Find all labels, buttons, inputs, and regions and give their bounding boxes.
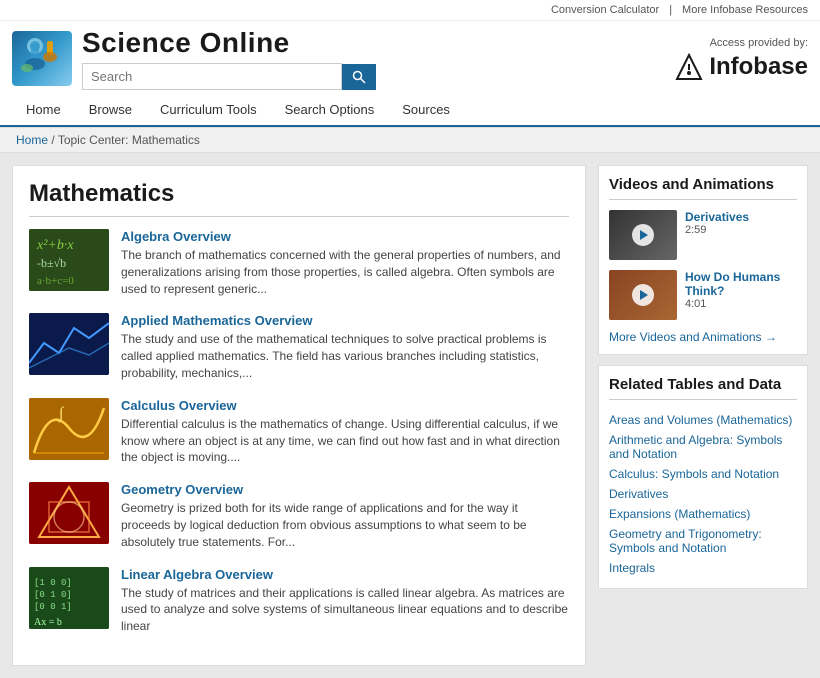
play-button[interactable]	[632, 284, 654, 306]
nav-home[interactable]: Home	[12, 94, 75, 125]
video-title[interactable]: Derivatives	[685, 210, 797, 224]
svg-text:[1 0 0]: [1 0 0]	[34, 578, 72, 588]
page-title: Mathematics	[29, 180, 569, 217]
related-link[interactable]: Areas and Volumes (Mathematics)	[609, 410, 797, 430]
svg-text:[0 1 0]: [0 1 0]	[34, 590, 72, 600]
list-item: How Do Humans Think? 4:01	[609, 270, 797, 320]
nav-curriculum-tools[interactable]: Curriculum Tools	[146, 94, 271, 125]
article-title[interactable]: Algebra Overview	[121, 229, 231, 244]
related-link[interactable]: Derivatives	[609, 484, 797, 504]
breadcrumb-home[interactable]: Home	[16, 133, 48, 147]
play-button[interactable]	[632, 224, 654, 246]
article-text: Linear Algebra Overview The study of mat…	[121, 567, 569, 635]
related-link[interactable]: Geometry and Trigonometry: Symbols and N…	[609, 524, 797, 558]
article-thumbnail: x²+b·x -b±√b a·b+c=0	[29, 229, 109, 291]
video-info: How Do Humans Think? 4:01	[685, 270, 797, 310]
article-description: The branch of mathematics concerned with…	[121, 247, 569, 297]
main-nav: Home Browse Curriculum Tools Search Opti…	[0, 94, 820, 127]
breadcrumb-current: Topic Center: Mathematics	[58, 133, 200, 147]
articles-list: x²+b·x -b±√b a·b+c=0 Algebra Overview Th…	[29, 229, 569, 635]
search-input[interactable]	[82, 63, 342, 90]
related-panel-title: Related Tables and Data	[609, 376, 797, 400]
svg-text:-b±√b: -b±√b	[37, 256, 66, 270]
list-item: Applied Mathematics Overview The study a…	[29, 313, 569, 381]
videos-panel-title: Videos and Animations	[609, 176, 797, 200]
svg-text:a·b+c=0: a·b+c=0	[37, 275, 74, 287]
videos-list: Derivatives 2:59 How Do Humans Think? 4:…	[609, 210, 797, 320]
article-title[interactable]: Calculus Overview	[121, 398, 237, 413]
related-panel: Related Tables and Data Areas and Volume…	[598, 365, 808, 589]
related-link[interactable]: Calculus: Symbols and Notation	[609, 464, 797, 484]
article-text: Geometry Overview Geometry is prized bot…	[121, 482, 569, 550]
list-item: ∫ Calculus Overview Differential calculu…	[29, 398, 569, 466]
video-info: Derivatives 2:59	[685, 210, 797, 236]
list-item: Geometry Overview Geometry is prized bot…	[29, 482, 569, 550]
more-infobase-link[interactable]: More Infobase Resources	[682, 4, 808, 16]
article-description: Geometry is prized both for its wide ran…	[121, 500, 569, 550]
list-item: x²+b·x -b±√b a·b+c=0 Algebra Overview Th…	[29, 229, 569, 297]
video-thumbnail[interactable]	[609, 210, 677, 260]
video-duration: 2:59	[685, 224, 797, 236]
article-thumbnail	[29, 313, 109, 375]
svg-text:x²+b·x: x²+b·x	[36, 238, 74, 253]
infobase-logo-icon	[675, 53, 703, 81]
article-description: The study of matrices and their applicat…	[121, 585, 569, 635]
conversion-calculator-link[interactable]: Conversion Calculator	[551, 4, 659, 16]
article-text: Calculus Overview Differential calculus …	[121, 398, 569, 466]
video-thumbnail[interactable]	[609, 270, 677, 320]
related-link[interactable]: Expansions (Mathematics)	[609, 504, 797, 524]
related-links-list: Areas and Volumes (Mathematics)Arithmeti…	[609, 410, 797, 578]
site-title: Science Online	[82, 27, 376, 59]
search-icon	[352, 70, 366, 84]
article-title[interactable]: Applied Mathematics Overview	[121, 313, 312, 328]
list-item: Derivatives 2:59	[609, 210, 797, 260]
search-button[interactable]	[342, 64, 376, 90]
video-duration: 4:01	[685, 298, 797, 310]
nav-sources[interactable]: Sources	[388, 94, 464, 125]
article-thumbnail	[29, 482, 109, 544]
nav-search-options[interactable]: Search Options	[271, 94, 389, 125]
article-text: Applied Mathematics Overview The study a…	[121, 313, 569, 381]
article-thumbnail: ∫	[29, 398, 109, 460]
site-logo-icon	[12, 31, 72, 86]
breadcrumb: Home / Topic Center: Mathematics	[0, 128, 820, 153]
separator: |	[669, 4, 672, 16]
article-description: Differential calculus is the mathematics…	[121, 416, 569, 466]
article-title[interactable]: Geometry Overview	[121, 482, 243, 497]
nav-browse[interactable]: Browse	[75, 94, 146, 125]
list-item: [1 0 0] [0 1 0] [0 0 1] Ax = b Linear Al…	[29, 567, 569, 635]
svg-text:Ax = b: Ax = b	[34, 617, 62, 628]
videos-panel: Videos and Animations Derivatives 2:59 H…	[598, 165, 808, 355]
video-title[interactable]: How Do Humans Think?	[685, 270, 797, 298]
article-description: The study and use of the mathematical te…	[121, 331, 569, 381]
infobase-logo-text: Infobase	[709, 53, 808, 81]
article-thumbnail: [1 0 0] [0 1 0] [0 0 1] Ax = b	[29, 567, 109, 629]
article-text: Algebra Overview The branch of mathemati…	[121, 229, 569, 297]
related-link[interactable]: Integrals	[609, 558, 797, 578]
article-title[interactable]: Linear Algebra Overview	[121, 567, 273, 582]
access-provided-label: Access provided by:	[710, 37, 808, 49]
related-link[interactable]: Arithmetic and Algebra: Symbols and Nota…	[609, 430, 797, 464]
more-videos-link[interactable]: More Videos and Animations →	[609, 330, 797, 344]
svg-text:[0 0 1]: [0 0 1]	[34, 602, 72, 612]
